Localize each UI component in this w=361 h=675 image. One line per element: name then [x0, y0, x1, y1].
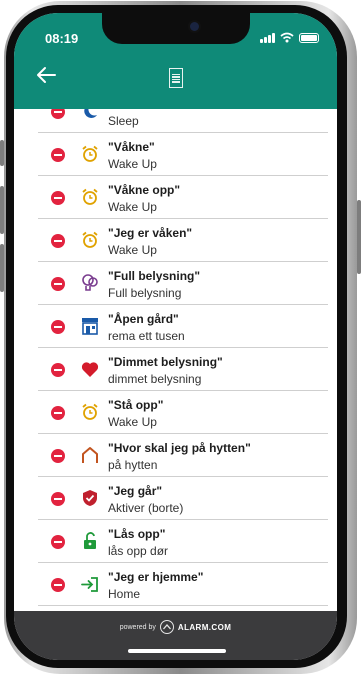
item-subtitle: Wake Up — [108, 157, 157, 171]
remove-icon[interactable] — [51, 148, 65, 162]
list-item[interactable]: "Dimmet belysning" dimmet belysning — [38, 348, 328, 391]
remove-icon[interactable] — [51, 578, 65, 592]
item-title: "Jeg er våken" — [108, 226, 193, 240]
item-title: "Dimmet belysning" — [108, 355, 223, 369]
heart-icon — [81, 362, 99, 377]
alarm-clock-icon — [82, 403, 98, 420]
item-subtitle: Sleep — [108, 114, 139, 128]
item-title: "Full belysning" — [108, 269, 201, 283]
remove-icon[interactable] — [51, 363, 65, 377]
remove-icon[interactable] — [51, 449, 65, 463]
list-item[interactable]: "Hvor skal jeg på hytten" på hytten — [38, 434, 328, 477]
notch — [102, 13, 250, 44]
volume-up-button — [0, 186, 4, 234]
item-title: "Lås opp" — [108, 527, 166, 541]
alarm-logo-icon — [159, 620, 174, 634]
item-title: "Jeg går" — [108, 484, 163, 498]
screen: 08:19 Sleep "Våkne" Wake Up "Våkne opp" … — [14, 13, 337, 660]
remove-icon[interactable] — [51, 277, 65, 291]
list-item[interactable]: "Jeg er våken" Wake Up — [38, 219, 328, 262]
brand-name: ALARM.COM — [177, 622, 232, 632]
moon-icon — [84, 109, 97, 118]
volume-down-button — [0, 244, 4, 292]
remove-icon[interactable] — [51, 109, 65, 119]
remove-icon[interactable] — [51, 191, 65, 205]
item-subtitle: Wake Up — [108, 200, 157, 214]
powered-by: powered by ALARM.COM — [14, 620, 337, 634]
item-subtitle: Aktiver (borte) — [108, 501, 184, 515]
list-item[interactable]: "Stå opp" Wake Up — [38, 391, 328, 434]
item-subtitle: rema ett tusen — [108, 329, 185, 343]
item-subtitle: dimmet belysning — [108, 372, 202, 386]
item-subtitle: lås opp dør — [108, 544, 169, 558]
item-title: "Jeg er hjemme" — [108, 570, 204, 584]
silent-switch — [0, 140, 4, 166]
shield-check-icon — [83, 490, 97, 506]
remove-icon[interactable] — [51, 234, 65, 248]
storefront-icon — [82, 318, 98, 335]
wifi-icon — [280, 32, 294, 43]
remove-icon[interactable] — [51, 320, 65, 334]
home-indicator[interactable] — [128, 649, 226, 653]
item-title: "Våkne opp" — [108, 183, 181, 197]
list-item[interactable]: "Jeg går" Aktiver (borte) — [38, 477, 328, 520]
powered-by-label: powered by — [119, 623, 156, 631]
power-button — [357, 200, 361, 274]
house-arch-icon — [82, 447, 98, 463]
camera-icon — [190, 22, 199, 31]
remove-icon[interactable] — [51, 406, 65, 420]
lightbulbs-icon — [82, 274, 98, 291]
unlock-icon — [84, 532, 96, 549]
signal-icon — [260, 32, 275, 43]
list-item[interactable]: "Full belysning" Full belysning — [38, 262, 328, 305]
footer: powered by ALARM.COM — [14, 611, 337, 660]
item-subtitle: på hytten — [108, 458, 158, 472]
status-icons — [260, 32, 319, 43]
battery-icon — [299, 32, 319, 43]
alarm-clock-icon — [82, 145, 98, 162]
item-title: "Åpen gård" — [108, 312, 179, 326]
alarm-clock-icon — [82, 188, 98, 205]
item-title: "Våkne" — [108, 140, 155, 154]
list-item[interactable]: "Våkne opp" Wake Up — [38, 176, 328, 219]
alarm-clock-icon — [82, 231, 98, 248]
enter-home-icon — [81, 577, 98, 592]
arrow-left-icon[interactable] — [35, 64, 57, 86]
list-item[interactable]: "Lås opp" lås opp dør — [38, 520, 328, 563]
app-logo-icon — [169, 68, 183, 88]
list-item[interactable]: Sleep — [38, 109, 328, 133]
item-title: "Stå opp" — [108, 398, 164, 412]
item-subtitle: Wake Up — [108, 243, 157, 257]
item-subtitle: Home — [108, 587, 141, 601]
list-item[interactable]: "Våkne" Wake Up — [38, 133, 328, 176]
app-bar: 08:19 — [14, 13, 337, 109]
item-title: "Hvor skal jeg på hytten" — [108, 441, 251, 455]
item-subtitle: Full belysning — [108, 286, 182, 300]
list-item[interactable]: "Jeg er hjemme" Home — [38, 563, 328, 606]
item-subtitle: Wake Up — [108, 415, 157, 429]
remove-icon[interactable] — [51, 492, 65, 506]
remove-icon[interactable] — [51, 535, 65, 549]
command-list: Sleep "Våkne" Wake Up "Våkne opp" Wake U… — [14, 109, 337, 611]
list-item[interactable]: "Åpen gård" rema ett tusen — [38, 305, 328, 348]
status-time: 08:19 — [45, 31, 79, 46]
